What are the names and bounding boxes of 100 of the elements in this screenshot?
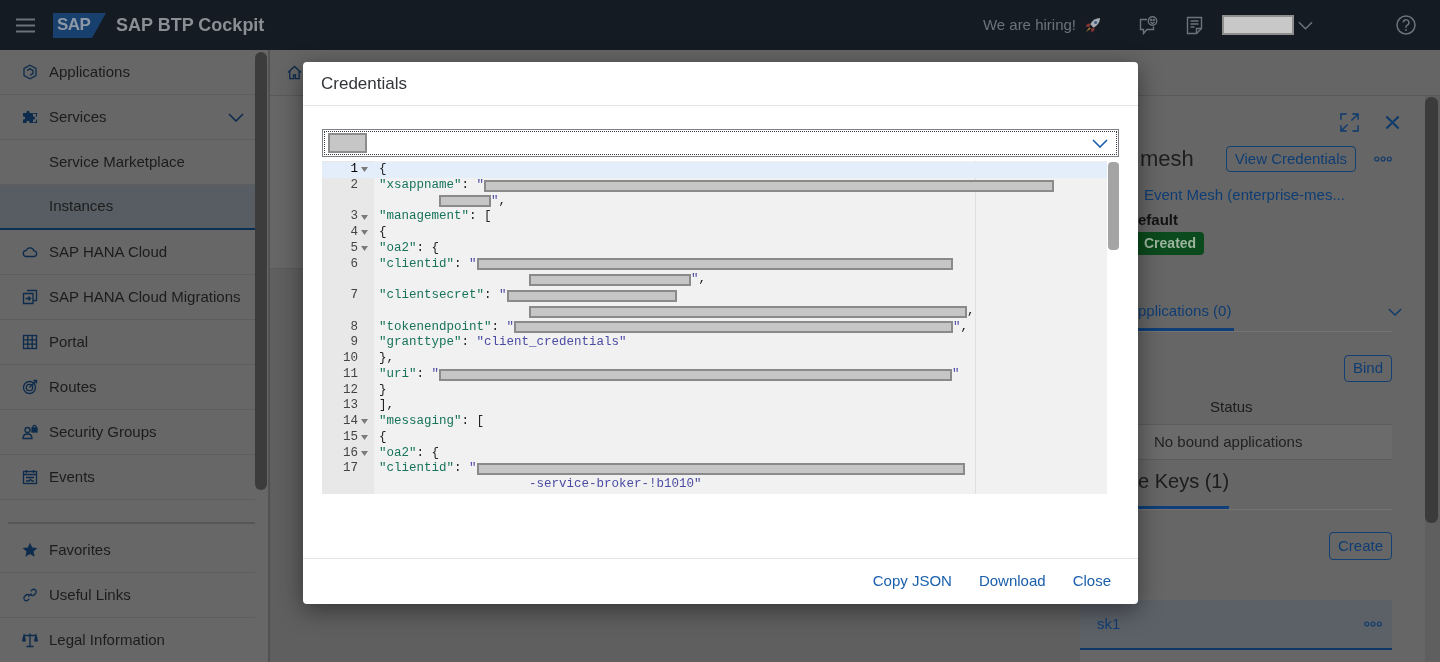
- code-text: ",: [691, 272, 707, 288]
- dialog-title: Credentials: [321, 72, 407, 95]
- more-icon[interactable]: [1374, 156, 1392, 162]
- code-text: {: [379, 429, 387, 446]
- code-text: {: [379, 162, 387, 178]
- fold-arrow-icon[interactable]: [360, 167, 368, 173]
- column-header: Status: [1210, 396, 1253, 417]
- nav-item[interactable]: Favorites: [0, 528, 255, 573]
- chevron-down-icon[interactable]: [1298, 20, 1313, 30]
- nav-item[interactable]: Services: [0, 95, 255, 140]
- scales-icon: [22, 632, 38, 648]
- fold-arrow-icon[interactable]: [360, 435, 368, 441]
- code-text: }: [379, 382, 387, 399]
- line-number: 13: [343, 398, 358, 414]
- line-number: 2: [350, 177, 358, 194]
- redaction-bar: [1222, 15, 1294, 35]
- star-icon: [22, 542, 38, 558]
- code-text: -service-broker-!b1010": [529, 477, 702, 493]
- nav-item[interactable]: Useful Links: [0, 573, 255, 618]
- code-text: "clientid": ": [379, 461, 477, 477]
- line-number: 5: [350, 240, 358, 257]
- code-text: "oa2": {: [379, 240, 440, 257]
- fold-arrow-icon[interactable]: [360, 214, 368, 220]
- chevron-down-icon: [1092, 138, 1108, 148]
- nav-item[interactable]: Applications: [0, 50, 255, 95]
- more-icon[interactable]: [1364, 621, 1382, 627]
- download-button[interactable]: Download: [978, 570, 1046, 593]
- grid-icon: [22, 334, 38, 350]
- line-number: 16: [343, 445, 358, 462]
- empty-table-message: No bound applications: [1138, 425, 1392, 460]
- code-text: "uri": ": [379, 366, 440, 383]
- code-text: "oa2": {: [379, 445, 440, 462]
- speech-bubble-icon[interactable]: [1139, 15, 1158, 35]
- scrollbar-thumb[interactable]: [1108, 162, 1119, 250]
- line-number: 3: [350, 209, 358, 225]
- notepad-icon[interactable]: [1186, 15, 1203, 35]
- calendar-icon: [22, 469, 38, 485]
- home-icon[interactable]: [287, 65, 302, 80]
- service-link[interactable]: Event Mesh (enterprise-mes...: [1144, 186, 1345, 204]
- link-icon: [22, 587, 38, 603]
- line-number: 14: [343, 414, 358, 430]
- key-row[interactable]: sk1: [1080, 600, 1392, 650]
- expand-icon[interactable]: [1340, 112, 1359, 132]
- fold-arrow-icon[interactable]: [360, 419, 368, 425]
- close-button[interactable]: Close: [1072, 570, 1111, 593]
- help-icon[interactable]: [1396, 15, 1416, 35]
- brand-logo[interactable]: SAP: [53, 12, 106, 38]
- code-text: {: [379, 225, 387, 241]
- code-text: "management": [: [379, 209, 492, 225]
- code-text: ": [952, 366, 960, 383]
- code-text: "tokenendpoint": ": [379, 319, 515, 336]
- scrollbar-thumb[interactable]: [1425, 97, 1438, 523]
- line-number: 6: [350, 256, 358, 273]
- chevron-down-icon[interactable]: [1388, 307, 1402, 316]
- code-text: "xsappname": ": [379, 177, 485, 194]
- line-number: 9: [350, 335, 358, 351]
- target-icon: [22, 379, 38, 395]
- create-button[interactable]: Create: [1328, 532, 1392, 560]
- nav-item[interactable]: Events: [0, 455, 255, 500]
- hiring-link[interactable]: We are hiring!: [982, 13, 1101, 37]
- chevron-icon[interactable]: [228, 112, 244, 122]
- select-field[interactable]: [322, 129, 1119, 157]
- rocket-icon: [1084, 16, 1101, 34]
- nav-item[interactable]: Legal Information: [0, 618, 255, 662]
- close-icon[interactable]: [1385, 114, 1400, 130]
- code-text: ,: [967, 303, 975, 320]
- app-title: SAP BTP Cockpit: [116, 13, 265, 37]
- bind-button[interactable]: Bind: [1343, 355, 1392, 382]
- code-text: ",: [491, 193, 507, 210]
- code-text: },: [379, 351, 394, 367]
- fold-arrow-icon[interactable]: [360, 246, 368, 252]
- line-number: 1: [350, 162, 358, 178]
- line-number: 4: [350, 225, 358, 241]
- code-text: "clientsecret": ": [379, 288, 507, 304]
- copy-json-button[interactable]: Copy JSON: [872, 570, 952, 593]
- line-number: 11: [343, 366, 358, 383]
- code-text: ],: [379, 398, 394, 414]
- fold-arrow-icon[interactable]: [360, 230, 368, 236]
- code-text: "clientid": ": [379, 256, 477, 273]
- redaction-bar: [328, 133, 367, 153]
- menu-icon[interactable]: [16, 17, 35, 33]
- view-credentials-button[interactable]: View Credentials: [1225, 146, 1356, 172]
- code-text: "granttype": "client_credentials": [379, 335, 627, 351]
- code-text: "messaging": [: [379, 414, 485, 430]
- line-number: 8: [350, 319, 358, 336]
- box-arrow-icon: [22, 289, 38, 305]
- scrollbar-thumb[interactable]: [255, 52, 267, 490]
- cloud-icon: [22, 244, 38, 260]
- line-number: 10: [343, 351, 358, 367]
- status-badge: Created: [1138, 232, 1205, 255]
- nav-item[interactable]: Instances: [0, 185, 255, 230]
- user-lock-icon: [22, 424, 38, 440]
- puzzle-icon: [22, 109, 38, 125]
- redaction-bar: [439, 195, 491, 208]
- plan-name: efault: [1138, 211, 1178, 229]
- line-number: 7: [350, 288, 358, 304]
- panel-title: mesh: [1139, 148, 1194, 170]
- fold-arrow-icon[interactable]: [360, 450, 368, 456]
- hexagon-icon: [22, 64, 38, 80]
- line-number: 17: [343, 461, 358, 477]
